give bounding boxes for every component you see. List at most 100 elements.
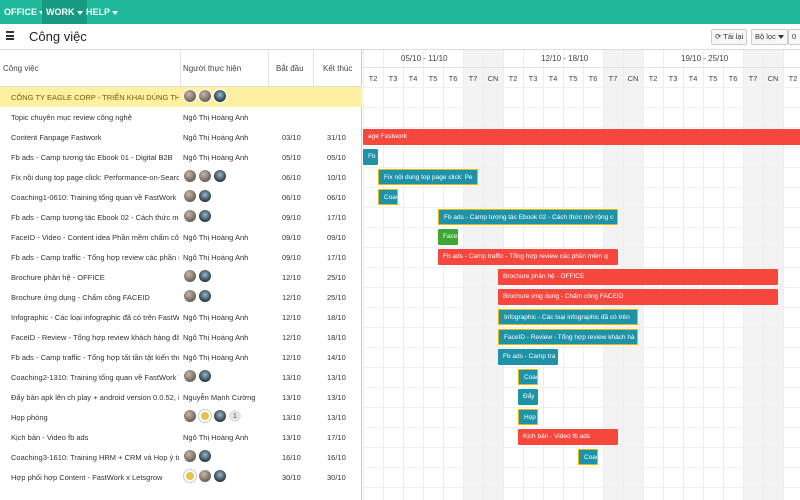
avatar[interactable]: [198, 269, 212, 283]
column-header-assignee[interactable]: Người thực hiện: [183, 64, 241, 73]
company-row[interactable]: CÔNG TY EAGLE CORP - TRIỂN KHAI DÙNG THẬ…: [0, 87, 362, 107]
avatar[interactable]: [198, 169, 212, 183]
start-date: 13/10: [282, 373, 301, 382]
task-row[interactable]: Brochure phân hệ - OFFICE 12/10 25/10: [0, 267, 362, 287]
task-row[interactable]: Infographic - Các loại infographic đã có…: [0, 307, 362, 327]
day-label: CN: [627, 74, 639, 83]
assignee-avatars: [183, 469, 228, 485]
avatar[interactable]: [213, 89, 227, 103]
gantt-bar[interactable]: Fix nội dung top page click: Pe: [378, 169, 478, 185]
day-column: [403, 50, 423, 500]
task-row[interactable]: Coaching2-1310: Training tổng quan về Fa…: [0, 367, 362, 387]
task-row[interactable]: Fb ads - Camp tương tác Ebook 01 - Digit…: [0, 147, 362, 167]
gantt-bar[interactable]: Họp: [518, 409, 538, 425]
avatar[interactable]: [183, 189, 197, 203]
avatar[interactable]: [213, 409, 227, 423]
task-list-panel: Công việc Người thực hiện Bắt đầu Kết th…: [0, 50, 362, 500]
avatar[interactable]: [183, 409, 197, 423]
gantt-bar[interactable]: Fb ads - Camp traffic - Tổng hợp review …: [438, 249, 618, 265]
week-label: 19/10 - 25/10: [681, 54, 729, 63]
reload-button[interactable]: ⟳ Tải lại: [711, 29, 748, 45]
avatar[interactable]: [213, 169, 227, 183]
avatar[interactable]: [183, 469, 197, 483]
gantt-bar[interactable]: Brochure phân hệ - OFFICE: [498, 269, 778, 285]
avatar[interactable]: [183, 289, 197, 303]
end-date: 18/10: [327, 313, 346, 322]
gantt-bar[interactable]: Đẩy: [518, 389, 538, 405]
more-avatars-count[interactable]: 1: [228, 409, 242, 423]
assignee-name: Ngô Thị Hoàng Anh: [183, 333, 249, 342]
avatar[interactable]: [183, 169, 197, 183]
extra-value: 0: [792, 32, 797, 41]
day-label: T2: [648, 74, 658, 83]
menu-help[interactable]: HELP: [82, 0, 122, 24]
assignee-avatars: 1: [183, 409, 243, 425]
start-date: 06/10: [282, 173, 301, 182]
task-row[interactable]: Fix nội dung top page click: Performance…: [0, 167, 362, 187]
start-date: 09/10: [282, 233, 301, 242]
hamburger-menu-icon[interactable]: [6, 31, 14, 40]
day-column: [363, 50, 383, 500]
task-row[interactable]: FaceID - Review - Tổng hợp review khách …: [0, 327, 362, 347]
gantt-bar[interactable]: Fb ads - Camp tương tác Ebook 02 - Cách …: [438, 209, 618, 225]
avatar[interactable]: [183, 269, 197, 283]
end-date: 25/10: [327, 273, 346, 282]
avatar[interactable]: [198, 449, 212, 463]
filter-button[interactable]: Bộ lọc: [751, 29, 788, 45]
avatar[interactable]: [198, 289, 212, 303]
gantt-bar[interactable]: Infographic - Các loại infographic đã có…: [498, 309, 638, 325]
gantt-bar[interactable]: Fb ads - Camp tra: [498, 349, 558, 365]
task-name: Fb ads - Camp tương tác Ebook 01 - Digit…: [11, 153, 173, 162]
avatar[interactable]: [183, 209, 197, 223]
column-header-end[interactable]: Kết thúc: [323, 64, 352, 73]
column-header-task[interactable]: Công việc: [3, 64, 39, 73]
task-name: Fb ads - Camp traffic - Tổng hợp tất tần…: [11, 353, 179, 362]
gantt-bar[interactable]: FaceID: [438, 229, 458, 245]
end-date: 25/10: [327, 293, 346, 302]
end-date: 13/10: [327, 413, 346, 422]
task-row[interactable]: Đẩy bản apk lên ch play + android versio…: [0, 387, 362, 407]
start-date: 16/10: [282, 453, 301, 462]
gantt-bar[interactable]: Coach: [518, 369, 538, 385]
avatar[interactable]: [183, 369, 197, 383]
gantt-bar[interactable]: FaceID - Review - Tổng hợp review khách …: [498, 329, 638, 345]
avatar[interactable]: [198, 469, 212, 483]
avatar[interactable]: [183, 449, 197, 463]
day-label: T5: [708, 74, 718, 83]
reload-label: Tải lại: [723, 32, 744, 41]
avatar[interactable]: [198, 209, 212, 223]
task-row[interactable]: Hợp phối hợp Content - FastWork x Letsgr…: [0, 467, 362, 487]
gantt-bar[interactable]: Kịch bản - Video fb ads: [518, 429, 618, 445]
task-row[interactable]: Coaching1-0610: Training tổng quan về Fa…: [0, 187, 362, 207]
avatar[interactable]: [198, 409, 212, 423]
gantt-bar[interactable]: age Fastwork: [363, 129, 800, 145]
gantt-bar[interactable]: Brochure ứng dụng - Chấm công FACEID: [498, 289, 778, 305]
task-row[interactable]: Content Fanpage Fastwork Ngô Thị Hoàng An…: [0, 127, 362, 147]
gantt-bar[interactable]: Coaching: [378, 189, 398, 205]
task-row[interactable]: Fb ads - Camp tương tác Ebook 02 - Cách …: [0, 207, 362, 227]
gantt-bar[interactable]: Coach: [578, 449, 598, 465]
task-row[interactable]: Fb ads - Camp traffic - Tổng hợp review …: [0, 247, 362, 267]
avatar[interactable]: [213, 469, 227, 483]
task-row[interactable]: Coaching3-1610: Training HRM + CRM và Họ…: [0, 447, 362, 467]
task-row[interactable]: Fb ads - Camp traffic - Tổng hợp tất tần…: [0, 347, 362, 367]
day-label: T4: [688, 74, 698, 83]
task-row[interactable]: Họp phòng 1 13/10 13/10: [0, 407, 362, 427]
avatar[interactable]: [198, 89, 212, 103]
end-date: 16/10: [327, 453, 346, 462]
task-name: Topic chuyên mục review công nghệ: [11, 113, 132, 122]
task-row[interactable]: Topic chuyên mục review công nghệ Ngô Thị…: [0, 107, 362, 127]
avatar[interactable]: [198, 369, 212, 383]
task-row[interactable]: Brochure ứng dụng - Chấm công FACEID 12/1…: [0, 287, 362, 307]
avatar[interactable]: [198, 189, 212, 203]
gantt-bar[interactable]: Fb ads: [363, 149, 378, 165]
end-date: 09/10: [327, 233, 346, 242]
avatar[interactable]: [183, 89, 197, 103]
task-row[interactable]: FaceID - Video - Content idea Phần mềm c…: [0, 227, 362, 247]
menu-work[interactable]: WORK: [42, 0, 87, 24]
column-header-start[interactable]: Bắt đầu: [276, 64, 304, 73]
assignee-name: Ngô Thị Hoàng Anh: [183, 233, 249, 242]
day-label: T7: [608, 74, 618, 83]
task-row[interactable]: Kịch bản - Video fb ads Ngô Thị Hoàng Anh…: [0, 427, 362, 447]
extra-input[interactable]: 0: [788, 29, 800, 45]
